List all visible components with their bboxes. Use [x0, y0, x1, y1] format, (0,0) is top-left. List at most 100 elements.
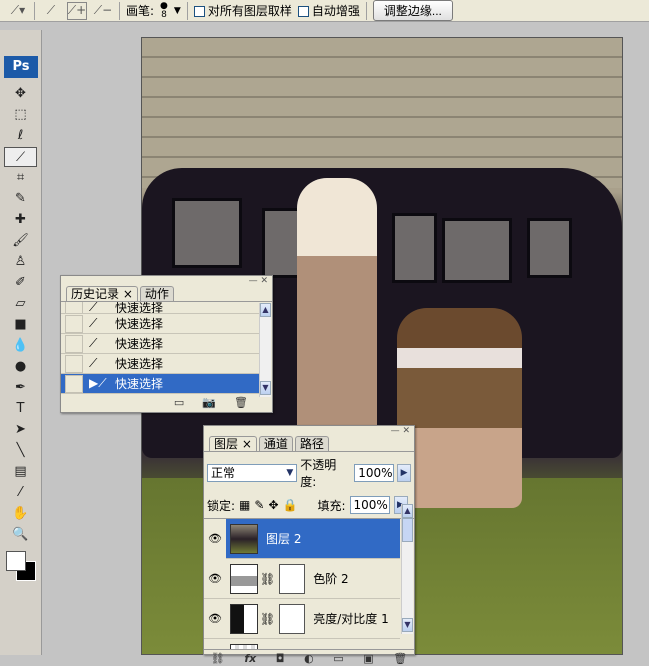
tab-channels[interactable]: 通道 — [258, 436, 293, 451]
tab-actions[interactable]: 动作 — [139, 286, 174, 301]
sample-all-layers-checkbox[interactable]: 对所有图层取样 — [193, 2, 292, 19]
fx-icon[interactable]: fx — [244, 652, 256, 665]
link-icon: ⛓ — [260, 571, 276, 586]
healing-brush-icon[interactable]: ✚ — [4, 210, 37, 230]
dodge-tool-icon[interactable]: ● — [4, 357, 37, 377]
brush-picker[interactable]: ● 8 — [160, 1, 168, 20]
brightness-contrast-icon — [230, 603, 258, 634]
quick-selection-tool-icon[interactable]: ⟋ — [4, 147, 37, 167]
pen-tool-icon[interactable]: ✒ — [4, 378, 37, 398]
history-item[interactable]: ⟋ 快速选择 — [61, 354, 259, 374]
sample-all-layers-label: 对所有图层取样 — [207, 4, 292, 18]
trash-icon[interactable]: 🗑 — [234, 396, 248, 409]
notes-tool-icon[interactable]: ▤ — [4, 462, 37, 482]
history-panel: — ✕ 历史记录 × 动作 ⟋ 快速选择 ⟋ 快速选择 ⟋ 快速选择 ⟋ 快速选择 ▶⟋… — [60, 275, 273, 413]
toolbox: Ps ✥ ⬚ ℓ ⟋ ⌗ ✎ ✚ 🖌 ♙ ✐ ▱ ■ 💧 ● ✒ T ➤ ╲ ▤… — [0, 30, 42, 655]
layers-footer: ⛓ fx ◘ ◐ ▭ ▣ 🗑 — [204, 649, 414, 666]
snapshot-icon[interactable]: 📷 — [202, 396, 216, 409]
zoom-tool-icon[interactable]: 🔍 — [4, 525, 37, 545]
layer-thumbnail — [230, 523, 258, 554]
fill-label: 填充: — [317, 498, 346, 513]
crop-tool-icon[interactable]: ⌗ — [4, 168, 37, 188]
slice-tool-icon[interactable]: ✎ — [4, 189, 37, 209]
layer-row[interactable]: 👁 图层 2 — [204, 519, 400, 559]
new-selection-icon[interactable]: ⟋ — [41, 2, 61, 20]
brush-dropdown-icon[interactable]: ▼ — [174, 6, 181, 16]
fill-input[interactable]: 100% — [349, 496, 390, 514]
brush-label: 画笔: — [126, 4, 155, 18]
path-selection-icon[interactable]: ➤ — [4, 420, 37, 440]
new-document-icon[interactable]: ▭ — [174, 396, 184, 409]
levels-adjustment-icon — [230, 563, 258, 594]
photo-man — [397, 308, 522, 508]
lock-position-icon[interactable]: ✥ — [268, 498, 278, 512]
layer-name: 亮度/对比度 1 — [313, 612, 389, 626]
options-bar: ⟋▾ ⟋ ⟋+ ⟋− 画笔: ● 8 ▼ 对所有图层取样 自动增强 调整边缘... — [0, 0, 649, 22]
tab-paths[interactable]: 路径 — [294, 436, 329, 451]
divider — [186, 1, 188, 20]
history-item[interactable]: ⟋ 快速选择 — [61, 334, 259, 354]
panel-minimize-close[interactable]: — ✕ — [61, 276, 272, 286]
opacity-label: 不透明度: — [300, 458, 337, 489]
history-state-marker-icon: ▶⟋ — [89, 376, 107, 390]
layer-row[interactable]: 👁 ⛓ 亮度/对比度 1 — [204, 599, 400, 639]
link-icon: ⛓ — [260, 611, 276, 626]
lock-row: 锁定: ▦ ✎ ✥ 🔒 填充: 100% ▶ — [204, 494, 414, 519]
divider — [365, 1, 367, 20]
auto-enhance-checkbox[interactable]: 自动增强 — [297, 2, 360, 19]
lock-pixels-icon[interactable]: ✎ — [254, 498, 264, 512]
link-layers-icon[interactable]: ⛓ — [211, 652, 225, 665]
history-scrollbar[interactable]: ▲ ▼ — [259, 303, 271, 397]
panel-minimize-close[interactable]: — ✕ — [204, 426, 414, 436]
layers-tabs: 图层 × 通道 路径 — [204, 436, 414, 452]
layer-mask-thumbnail — [279, 563, 306, 594]
layer-row[interactable]: 👁 ⛓ 色阶 2 — [204, 559, 400, 599]
hand-tool-icon[interactable]: ✋ — [4, 504, 37, 524]
line-tool-icon[interactable]: ╲ — [4, 441, 37, 461]
tab-layers[interactable]: 图层 × — [209, 436, 257, 451]
foreground-color[interactable] — [6, 551, 26, 571]
quick-selection-preset-icon[interactable]: ⟋▾ — [8, 2, 28, 20]
tab-history[interactable]: 历史记录 × — [66, 286, 138, 301]
color-swatches[interactable] — [4, 549, 37, 585]
blend-row: 正常 ▼ 不透明度: 100% ▶ — [204, 452, 414, 494]
lock-all-icon[interactable]: 🔒 — [283, 498, 298, 512]
subtract-selection-icon[interactable]: ⟋− — [93, 2, 113, 20]
brush-tool-icon[interactable]: 🖌 — [4, 231, 37, 251]
visibility-eye-icon[interactable]: 👁 — [204, 612, 226, 625]
lock-transparent-icon[interactable]: ▦ — [239, 498, 250, 512]
add-mask-icon[interactable]: ◘ — [276, 652, 285, 665]
history-item[interactable]: ⟋ 快速选择 — [61, 314, 259, 334]
photo-wooden-wall — [142, 38, 622, 188]
history-item[interactable]: ⟋ 快速选择 — [61, 302, 259, 314]
type-tool-icon[interactable]: T — [4, 399, 37, 419]
layer-row[interactable]: 👁图层 — [204, 639, 400, 649]
quick-selection-icon: ⟋ — [89, 356, 98, 370]
photo-woman — [297, 178, 377, 438]
marquee-tool-icon[interactable]: ⬚ — [4, 105, 37, 125]
history-list: ⟋ 快速选择 ⟋ 快速选择 ⟋ 快速选择 ⟋ 快速选择 ▶⟋ 快速选择 — [61, 302, 259, 394]
delete-layer-icon[interactable]: 🗑 — [393, 652, 407, 665]
refine-edge-button[interactable]: 调整边缘... — [372, 0, 453, 21]
add-to-selection-icon[interactable]: ⟋+ — [67, 1, 87, 20]
lasso-tool-icon[interactable]: ℓ — [4, 126, 37, 146]
eyedropper-icon[interactable]: ⁄ — [4, 483, 37, 503]
new-group-icon[interactable]: ▭ — [333, 652, 343, 665]
clone-stamp-icon[interactable]: ♙ — [4, 252, 37, 272]
visibility-eye-icon[interactable]: 👁 — [204, 519, 226, 559]
adjustment-layer-icon[interactable]: ◐ — [304, 652, 314, 665]
blend-mode-select[interactable]: 正常 ▼ — [207, 464, 298, 482]
lock-label: 锁定: — [207, 498, 236, 513]
new-layer-icon[interactable]: ▣ — [363, 652, 373, 665]
layers-panel: — ✕ 图层 × 通道 路径 正常 ▼ 不透明度: 100% ▶ 锁定: ▦ ✎ … — [203, 425, 415, 665]
opacity-input[interactable]: 100% — [354, 464, 395, 482]
move-tool-icon[interactable]: ✥ — [4, 84, 37, 104]
opacity-slider-button[interactable]: ▶ — [397, 464, 411, 482]
gradient-tool-icon[interactable]: ■ — [4, 315, 37, 335]
blur-tool-icon[interactable]: 💧 — [4, 336, 37, 356]
layers-scrollbar[interactable]: ▲ ▼ — [401, 504, 413, 634]
history-brush-icon[interactable]: ✐ — [4, 273, 37, 293]
history-item-selected[interactable]: ▶⟋ 快速选择 — [61, 374, 259, 394]
eraser-tool-icon[interactable]: ▱ — [4, 294, 37, 314]
visibility-eye-icon[interactable]: 👁 — [204, 572, 226, 585]
